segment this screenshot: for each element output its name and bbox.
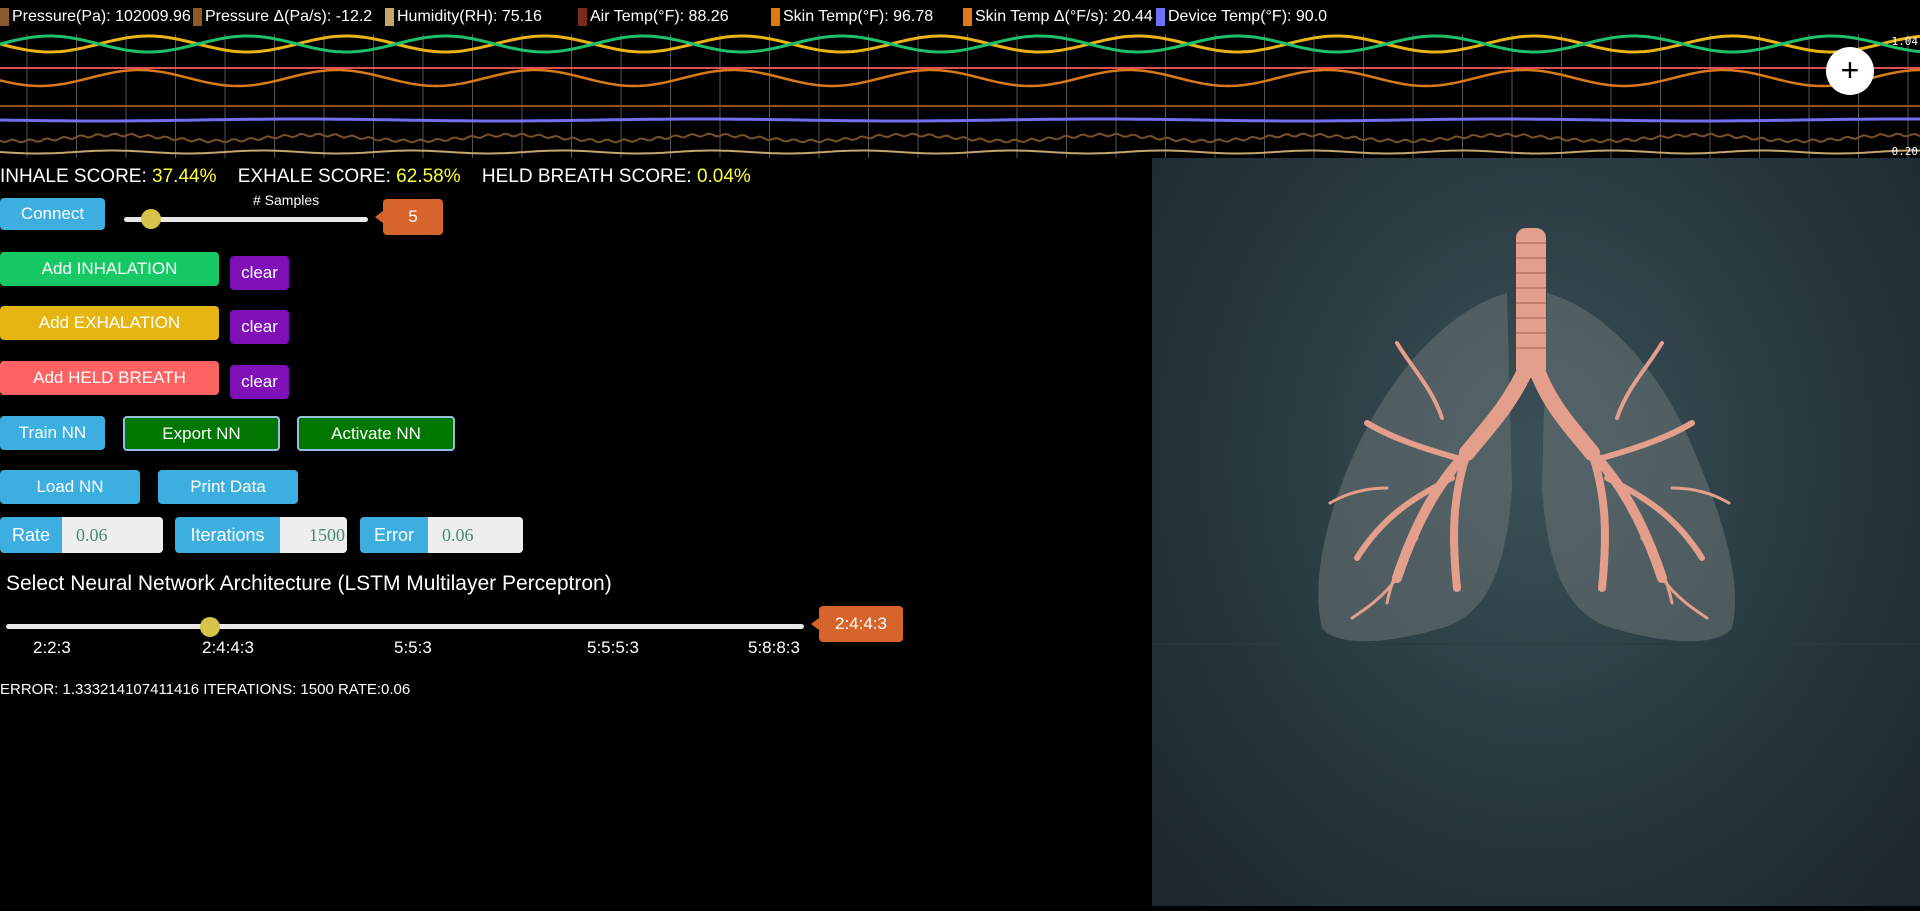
legend-air-temp: Air Temp(°F): 88.26 [578, 8, 729, 26]
sensor-strip-chart: 1.04 0.20 [0, 34, 1920, 158]
legend-swatch [0, 8, 9, 26]
lungs-illustration [1152, 228, 1920, 645]
legend-swatch [385, 8, 394, 26]
architecture-option[interactable]: 5:5:5:3 [587, 638, 639, 658]
rate-input[interactable]: 0.06 [62, 517, 163, 553]
architecture-option[interactable]: 2:4:4:3 [202, 638, 254, 658]
trace-orange [0, 68, 1920, 88]
load-nn-button[interactable]: Load NN [0, 470, 140, 504]
samples-value-badge: 5 [375, 199, 443, 235]
architecture-slider-track[interactable] [6, 624, 804, 629]
legend-swatch [963, 8, 972, 26]
error-label: Error [360, 517, 428, 553]
export-nn-button[interactable]: Export NN [123, 416, 280, 451]
legend-skin-temp: Skin Temp(°F): 96.78 [771, 8, 933, 26]
connect-button[interactable]: Connect [0, 198, 105, 230]
architecture-slider-handle[interactable] [200, 617, 220, 637]
y-max-label: 1.04 [1891, 35, 1919, 48]
rate-label: Rate [0, 517, 62, 553]
legend-humidity: Humidity(RH): 75.16 [385, 8, 542, 26]
legend-swatch [578, 8, 587, 26]
legend-pressure: Pressure(Pa): 102009.96 [0, 8, 191, 26]
trace-device-temp [0, 117, 1920, 123]
architecture-option[interactable]: 5:5:3 [394, 638, 432, 658]
chart-traces [0, 34, 1920, 155]
lungs-visualization [1152, 158, 1920, 906]
clear-held-breath-button[interactable]: clear [230, 365, 289, 399]
architecture-title: Select Neural Network Architecture (LSTM… [6, 572, 612, 595]
iterations-label: Iterations [175, 517, 280, 553]
samples-slider-handle[interactable] [141, 209, 161, 229]
legend-swatch [771, 8, 780, 26]
breath-scores: INHALE SCORE: 37.44% EXHALE SCORE: 62.58… [0, 166, 767, 188]
legend-device-temp: Device Temp(°F): 90.0 [1156, 8, 1327, 26]
training-status: ERROR: 1.333214107411416 ITERATIONS: 150… [0, 681, 411, 698]
held-score-label: HELD BREATH SCORE: [481, 166, 692, 187]
error-input[interactable]: 0.06 [428, 517, 523, 553]
sensor-legend: Pressure(Pa): 102009.96 Pressure Δ(Pa/s)… [0, 0, 1920, 34]
samples-label: # Samples [253, 192, 320, 208]
architecture-selected-badge: 2:4:4:3 [811, 606, 903, 642]
zoom-in-button[interactable]: + [1826, 47, 1874, 95]
add-inhalation-button[interactable]: Add INHALATION [0, 252, 219, 286]
y-min-label: 0.20 [1891, 145, 1919, 158]
add-exhalation-button[interactable]: Add EXHALATION [0, 306, 219, 340]
architecture-option[interactable]: 5:8:8:3 [748, 638, 800, 658]
legend-skin-temp-delta: Skin Temp Δ(°F/s): 20.44 [963, 8, 1153, 26]
exhale-score-value: 62.58% [396, 166, 461, 187]
sensor-chart-svg [0, 34, 1920, 158]
exhale-score-label: EXHALE SCORE: [237, 166, 391, 187]
inhale-score-label: INHALE SCORE: [0, 166, 147, 187]
architecture-option[interactable]: 2:2:3 [33, 638, 71, 658]
trace-brown [0, 132, 1920, 144]
train-nn-button[interactable]: Train NN [0, 416, 105, 450]
clear-exhalation-button[interactable]: clear [230, 310, 289, 344]
held-score-value: 0.04% [696, 166, 751, 187]
iterations-input[interactable]: 1500 [280, 517, 347, 553]
legend-swatch [1156, 8, 1165, 26]
inhale-score-value: 37.44% [152, 166, 217, 187]
activate-nn-button[interactable]: Activate NN [297, 416, 455, 451]
add-held-breath-button[interactable]: Add HELD BREATH [0, 361, 219, 395]
clear-inhalation-button[interactable]: clear [230, 256, 289, 290]
legend-swatch [193, 8, 202, 26]
legend-pressure-delta: Pressure Δ(Pa/s): -12.2 [193, 8, 372, 26]
trace-humidity [0, 149, 1920, 155]
print-data-button[interactable]: Print Data [158, 470, 298, 504]
